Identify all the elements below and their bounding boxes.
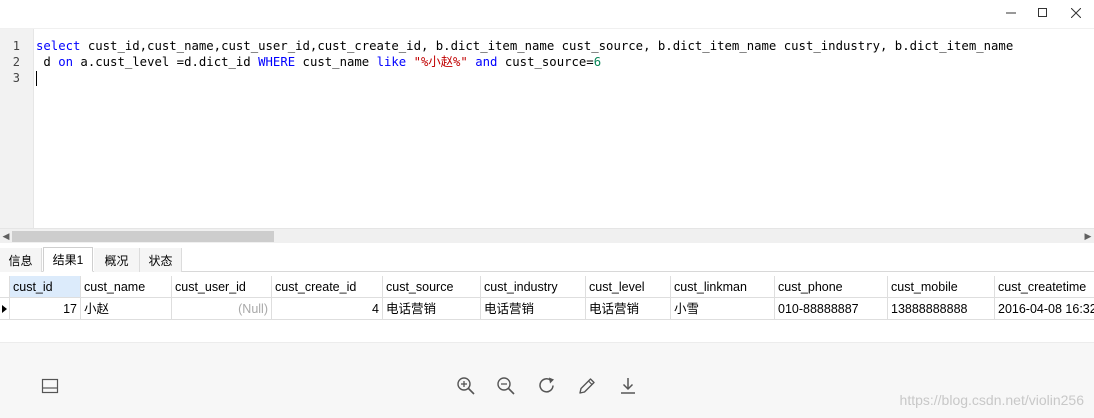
line-number-gutter: 1 2 3 — [0, 29, 34, 229]
column-header[interactable]: cust_linkman — [671, 276, 775, 298]
code-text: a.cust_level =d.dict_id — [73, 55, 259, 69]
code-line-1: select cust_id,cust_name,cust_user_id,cu… — [36, 38, 1094, 54]
zoom-out-icon — [497, 377, 515, 395]
row-pointer-icon — [2, 305, 7, 313]
sql-editor[interactable]: 1 2 3 select cust_id,cust_name,cust_user… — [0, 28, 1094, 229]
tab-status[interactable]: 状态 — [140, 248, 182, 272]
grid-cell[interactable]: 4 — [272, 298, 383, 320]
number-literal: 6 — [593, 55, 602, 69]
grid-cell-null[interactable]: (Null) — [172, 298, 272, 320]
grid-cell[interactable]: 13888888888 — [888, 298, 995, 320]
result-grid: cust_id cust_name cust_user_id cust_crea… — [0, 276, 1094, 341]
scrollbar-thumb[interactable] — [12, 231, 274, 242]
edit-button[interactable] — [576, 375, 598, 397]
panel-layout-icon — [41, 378, 59, 394]
tab-info[interactable]: 信息 — [0, 248, 42, 272]
column-header[interactable]: cust_source — [383, 276, 481, 298]
zoom-out-button[interactable] — [495, 375, 517, 397]
result-tabs: 信息 结果1 概况 状态 — [0, 247, 1094, 272]
code-line-2: d on a.cust_level =d.dict_id WHERE cust_… — [36, 54, 1094, 70]
minimize-icon — [1006, 12, 1016, 14]
current-row-indicator — [0, 298, 10, 320]
zoom-in-button[interactable] — [455, 375, 477, 397]
column-header[interactable]: cust_mobile — [888, 276, 995, 298]
column-header[interactable]: cust_level — [586, 276, 671, 298]
download-icon — [621, 378, 635, 394]
grid-cell[interactable]: 电话营销 — [586, 298, 671, 320]
code-text: cust_source= — [497, 55, 594, 69]
grid-cell[interactable]: 010-88888887 — [775, 298, 888, 320]
scroll-left-arrow-icon[interactable]: ◀ — [0, 229, 12, 244]
column-header[interactable]: cust_industry — [481, 276, 586, 298]
code-text: d — [36, 55, 59, 69]
pencil-icon — [579, 378, 595, 394]
line-number: 3 — [12, 71, 20, 85]
minimize-button[interactable] — [995, 0, 1027, 26]
close-icon — [1071, 8, 1081, 18]
keyword-select: select — [36, 39, 81, 53]
panel-layout-button[interactable] — [39, 375, 61, 397]
tab-overview[interactable]: 概况 — [94, 248, 140, 272]
maximize-icon — [1038, 8, 1047, 17]
keyword-where: WHERE — [258, 55, 296, 69]
keyword-and: and — [475, 55, 498, 69]
bottom-toolbar: https://blog.csdn.net/violin256 — [0, 342, 1094, 418]
grid-cell[interactable]: 17 — [10, 298, 81, 320]
scroll-right-arrow-icon[interactable]: ▶ — [1082, 229, 1094, 244]
column-header[interactable]: cust_id — [10, 276, 81, 298]
column-header[interactable]: cust_user_id — [172, 276, 272, 298]
line-number: 1 — [12, 39, 20, 53]
title-bar — [0, 0, 1094, 28]
column-header[interactable]: cust_name — [81, 276, 172, 298]
zoom-in-icon — [457, 377, 475, 395]
column-header[interactable]: cust_createtime — [995, 276, 1094, 298]
grid-cell[interactable]: 2016-04-08 16:32 — [995, 298, 1094, 320]
download-button[interactable] — [617, 375, 639, 397]
horizontal-scrollbar[interactable]: ◀ ▶ — [0, 228, 1094, 243]
column-header[interactable]: cust_phone — [775, 276, 888, 298]
row-header-corner — [0, 276, 10, 298]
grid-cell[interactable]: 电话营销 — [481, 298, 586, 320]
grid-cell[interactable]: 小雪 — [671, 298, 775, 320]
grid-cell[interactable]: 电话营销 — [383, 298, 481, 320]
column-header[interactable]: cust_create_id — [272, 276, 383, 298]
string-literal: "%小赵%" — [413, 55, 468, 69]
keyword-on: on — [58, 55, 74, 69]
table-row[interactable]: 17 小赵 (Null) 4 电话营销 电话营销 电话营销 小雪 010-888… — [0, 298, 1094, 320]
grid-cell[interactable]: 小赵 — [81, 298, 172, 320]
watermark-text: https://blog.csdn.net/violin256 — [899, 392, 1084, 408]
tab-result-1[interactable]: 结果1 — [43, 247, 93, 272]
refresh-icon — [539, 377, 554, 393]
line-number: 2 — [12, 55, 20, 69]
code-text: cust_name — [295, 55, 377, 69]
code-text: cust_id,cust_name,cust_user_id,cust_crea… — [80, 39, 1014, 53]
refresh-button[interactable] — [536, 375, 558, 397]
keyword-like: like — [376, 55, 407, 69]
header-row: cust_id cust_name cust_user_id cust_crea… — [0, 276, 1094, 298]
text-caret — [36, 71, 37, 86]
close-button[interactable] — [1060, 0, 1092, 26]
maximize-button[interactable] — [1027, 0, 1059, 26]
